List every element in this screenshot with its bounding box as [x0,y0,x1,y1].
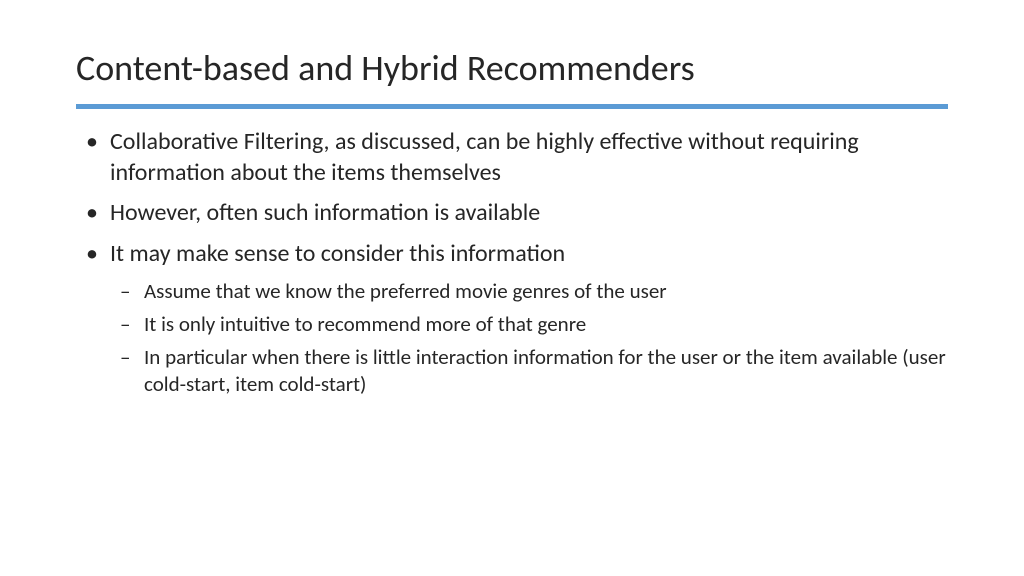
list-item: Assume that we know the preferred movie … [110,278,948,305]
list-item: Collaborative Filtering, as discussed, c… [76,127,948,188]
list-item: In particular when there is little inter… [110,344,948,398]
sub-bullet-list: Assume that we know the preferred movie … [110,278,948,398]
bullet-text: Collaborative Filtering, as discussed, c… [110,127,859,187]
list-item: It may make sense to consider this infor… [76,239,948,397]
sub-bullet-text: In particular when there is little inter… [144,344,946,397]
bullet-text: It may make sense to consider this infor… [110,239,565,268]
bullet-text: However, often such information is avail… [110,198,540,227]
sub-bullet-text: It is only intuitive to recommend more o… [144,311,586,337]
sub-bullet-text: Assume that we know the preferred movie … [144,278,667,304]
bullet-list: Collaborative Filtering, as discussed, c… [76,127,948,397]
title-divider [76,104,948,109]
list-item: It is only intuitive to recommend more o… [110,311,948,338]
list-item: However, often such information is avail… [76,198,948,229]
slide-title: Content-based and Hybrid Recommenders [76,46,948,90]
